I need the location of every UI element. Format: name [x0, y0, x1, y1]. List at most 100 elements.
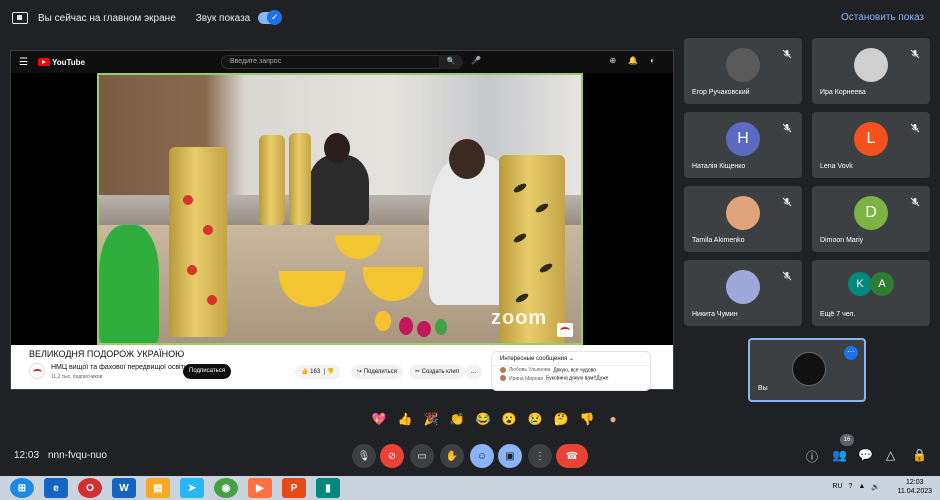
captions-icon: ▭: [417, 450, 427, 462]
share-icon: ↪: [357, 369, 363, 375]
like-button[interactable]: 👍 163 | 👎: [295, 365, 341, 379]
chrome-icon[interactable]: ◉: [214, 478, 238, 498]
chat-message: Любовь Ульянова Дякую, все чудово: [492, 366, 650, 374]
video-player[interactable]: zoom: [11, 73, 673, 345]
taskbar-clock[interactable]: 12:03 11.04.2023: [897, 478, 932, 496]
chat-icon[interactable]: 💬: [858, 448, 873, 462]
share-button[interactable]: ↪ Поделиться: [351, 365, 403, 379]
ceramic-pot: [399, 317, 413, 335]
help-icon[interactable]: ?: [848, 483, 852, 491]
avatar: [726, 48, 760, 82]
stop-presenting-button[interactable]: Остановить показ: [841, 12, 924, 23]
microphone-icon[interactable]: 🎤: [471, 56, 481, 65]
word-icon[interactable]: W: [112, 478, 136, 498]
participant-tile[interactable]: Tamila Akimenko: [684, 186, 802, 252]
red-flower: [203, 225, 213, 235]
youtube-header-actions: ⊕ 🔔 ◐: [609, 56, 655, 65]
present-icon: ▣: [505, 450, 515, 462]
channel-avatar[interactable]: [29, 363, 45, 379]
more-options-button[interactable]: ⋮: [528, 444, 552, 468]
reaction-emoji[interactable]: 😂: [474, 412, 492, 426]
create-clip-button[interactable]: ✂ Создать клип: [409, 365, 465, 379]
video-person: [309, 155, 369, 225]
reaction-emoji[interactable]: 😢: [526, 412, 544, 426]
youtube-search-input[interactable]: Введите запрос: [221, 55, 461, 69]
reactions-button[interactable]: ☺: [470, 444, 494, 468]
participant-tile[interactable]: Егор Ручаковский: [684, 38, 802, 104]
host-controls-icon[interactable]: 🔒: [912, 448, 927, 462]
participant-name: Dimoon Mariy: [820, 237, 864, 244]
more-vert-icon: ⋮: [535, 450, 545, 462]
account-icon[interactable]: ◐: [650, 56, 655, 65]
meeting-info-icon[interactable]: ⓘ: [806, 448, 818, 465]
internet-explorer-icon[interactable]: e: [44, 478, 68, 498]
scissors-icon: ✂: [415, 369, 421, 375]
participant-tile[interactable]: D Dimoon Mariy: [812, 186, 930, 252]
powerpoint-icon[interactable]: P: [282, 478, 306, 498]
self-tile[interactable]: ⋯ Вы: [748, 338, 866, 402]
more-options-button[interactable]: ⋯: [844, 346, 858, 360]
present-button[interactable]: ▣: [498, 444, 522, 468]
raise-hand-button[interactable]: ✋: [440, 444, 464, 468]
participant-name: Lena Vovk: [820, 163, 853, 170]
opera-icon[interactable]: O: [78, 478, 102, 498]
telegram-icon[interactable]: ➤: [180, 478, 204, 498]
participant-tile[interactable]: Никита Чумин: [684, 260, 802, 326]
leave-call-button[interactable]: ☎: [556, 444, 588, 468]
reaction-emoji[interactable]: 👍: [396, 412, 414, 426]
youtube-play-icon: [37, 58, 50, 66]
network-icon[interactable]: ▲: [858, 483, 865, 491]
mic-off-icon: [910, 120, 920, 133]
activities-icon[interactable]: △: [886, 448, 895, 462]
sound-toggle[interactable]: [258, 10, 283, 25]
youtube-logo[interactable]: YouTube: [37, 58, 85, 67]
avatar: K: [848, 272, 872, 296]
avatar: H: [726, 122, 760, 156]
sound-label: Звук показа: [195, 12, 251, 24]
live-chat-panel: Интересные сообщения ⌄ Любовь Ульянова Дя…: [491, 351, 651, 391]
search-icon[interactable]: 🔍: [439, 55, 463, 69]
thumbs-down-icon[interactable]: | 👎: [322, 369, 335, 375]
participant-name: Ещё 7 чел.: [820, 311, 856, 318]
reaction-emoji[interactable]: 👎: [578, 412, 596, 426]
zoom-watermark: zoom: [491, 307, 548, 329]
start-button[interactable]: ⊞: [10, 478, 34, 498]
reaction-emoji[interactable]: 🤔: [552, 412, 570, 426]
menu-icon[interactable]: ☰: [19, 57, 28, 68]
reaction-emoji[interactable]: 🎉: [422, 412, 440, 426]
reaction-emoji[interactable]: 👏: [448, 412, 466, 426]
live-chat-header[interactable]: Интересные сообщения ⌄: [492, 352, 650, 366]
avatar: A: [870, 272, 894, 296]
participant-tile[interactable]: L Lena Vovk: [812, 112, 930, 178]
shared-youtube-window: ☰ YouTube Введите запрос 🔍 🎤 ⊕ 🔔 ◐ zoom …: [10, 50, 674, 391]
channel-name[interactable]: НМЦ вищої та фахової передвищої освіти: [51, 364, 188, 371]
language-indicator[interactable]: RU: [832, 483, 842, 491]
people-icon[interactable]: 👥: [832, 448, 847, 462]
volume-icon[interactable]: 🔊: [871, 483, 880, 491]
file-explorer-icon[interactable]: ▤: [146, 478, 170, 498]
participant-tile[interactable]: H Наталія Кіщенко: [684, 112, 802, 178]
subscribe-button[interactable]: Подписаться: [183, 364, 231, 379]
participant-tile[interactable]: K A Ещё 7 чел.: [812, 260, 930, 326]
reaction-emoji[interactable]: 💖: [370, 412, 388, 426]
painted-vase: [259, 135, 285, 225]
captions-button[interactable]: ▭: [410, 444, 434, 468]
avatar: [726, 196, 760, 230]
participant-count-badge: 16: [840, 434, 854, 446]
camera-off-button[interactable]: ⊘: [380, 444, 404, 468]
video-person-head: [449, 139, 485, 179]
chat-message: Ирина Мирная Буковина дякую вам!!Дуже: [492, 374, 650, 382]
notifications-icon[interactable]: 🔔: [628, 56, 638, 65]
more-actions-button[interactable]: ...: [465, 365, 483, 379]
create-video-icon[interactable]: ⊕: [609, 56, 616, 65]
google-meet-icon[interactable]: ▮: [316, 478, 340, 498]
microphone-button[interactable]: 🎙: [352, 444, 376, 468]
present-screen-icon: [12, 12, 28, 24]
skin-tone-icon[interactable]: ●: [604, 412, 622, 426]
hand-icon: ✋: [445, 450, 459, 462]
media-player-icon[interactable]: ▶: [248, 478, 272, 498]
channel-subscribers: 11,2 тыс. подписчиков: [51, 374, 103, 380]
reaction-emoji[interactable]: 😮: [500, 412, 518, 426]
participant-tile[interactable]: Ира Корнеева: [812, 38, 930, 104]
avatar: [726, 270, 760, 304]
